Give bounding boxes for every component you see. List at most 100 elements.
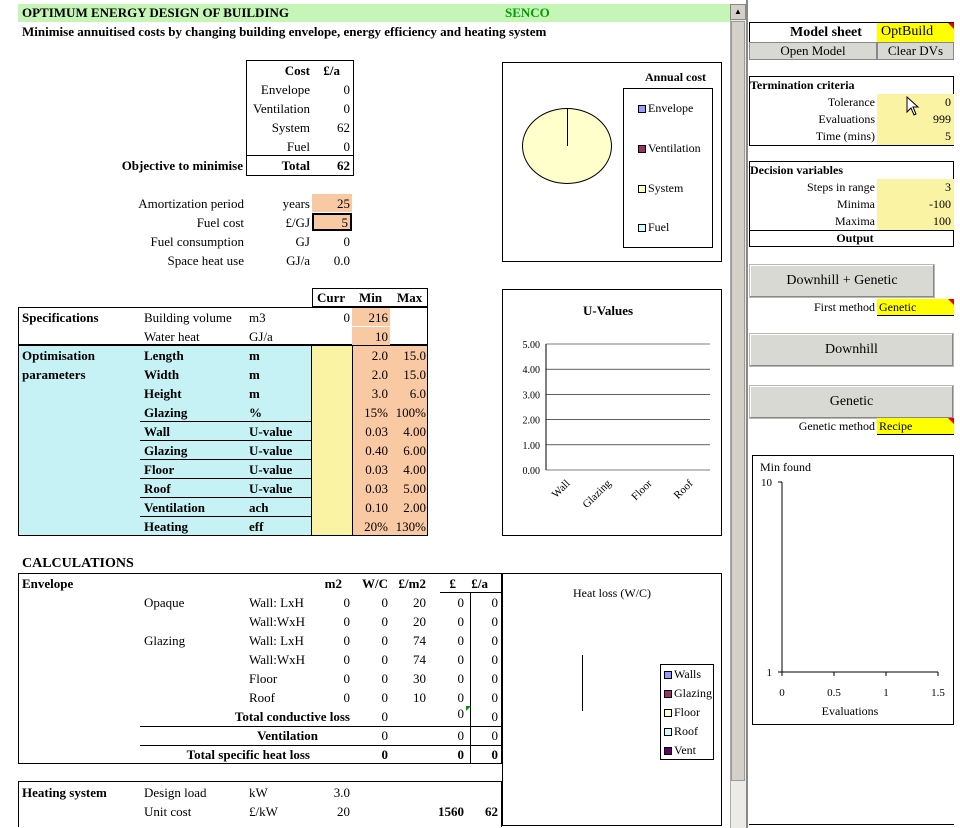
calc-pa: 0 [491, 671, 499, 686]
opt-param-unit: % [249, 405, 262, 420]
min-header: Min [359, 290, 383, 305]
param-label: Space heat use [167, 253, 244, 268]
opt-param-max[interactable]: 15.0 [390, 348, 426, 364]
total-label: Total [281, 158, 310, 173]
dv-value: 100 [933, 214, 951, 228]
opt-param-max[interactable]: 4.00 [390, 424, 426, 440]
param-unit: GJ [295, 234, 310, 249]
downhill-button[interactable]: Downhill [749, 333, 954, 367]
heat-loss-title: Heat loss (W/C) [573, 586, 651, 600]
bv-min: 216 [368, 310, 389, 325]
cost-row-label: Fuel [286, 139, 310, 154]
dl-value: 3.0 [333, 785, 350, 800]
cost-header: Cost [284, 63, 310, 78]
u-xtick-label: Wall [550, 478, 573, 501]
term-label: Time (mins) [815, 129, 875, 143]
cost-row-value: 0 [343, 82, 351, 97]
param-label: Fuel cost [196, 215, 244, 230]
param-value: 25 [337, 196, 350, 211]
legend-swatch [664, 728, 672, 737]
opt-param-min[interactable]: 0.10 [352, 500, 388, 516]
calc-m2: 0 [343, 633, 351, 648]
cost-row-label: Ventilation [252, 101, 310, 116]
downhill-genetic-button[interactable]: Downhill + Genetic [749, 264, 935, 298]
calc-wc: 0 [381, 690, 389, 705]
min-found-plot: 1010 0.5 1 1.5 [761, 477, 945, 699]
calc-p: 0 [457, 652, 465, 667]
model-sheet-value: OptBuild [881, 24, 934, 39]
opt-param-min[interactable]: 0.03 [352, 462, 388, 478]
opt-param-max[interactable]: 5.00 [390, 481, 426, 497]
genetic-method-value: Recipe [879, 419, 913, 433]
wh-min: 10 [375, 329, 388, 344]
dv-value: -100 [929, 197, 951, 211]
page-subtitle: Minimise annuitised costs by changing bu… [22, 24, 547, 39]
scroll-thumb[interactable] [731, 21, 745, 781]
opt-param-max[interactable]: 6.0 [390, 386, 426, 402]
pie-radius-line [567, 108, 568, 146]
col-pa: £/a [471, 576, 488, 591]
mouse-cursor-icon [906, 96, 920, 116]
opt-param-max[interactable]: 130% [390, 519, 426, 535]
legend-item: Fuel [638, 220, 669, 235]
opt-param-min[interactable]: 2.0 [352, 367, 388, 383]
param-value: 0.0 [333, 253, 350, 268]
legend-label: Envelope [648, 101, 694, 115]
mf-ytick-label: 1 [767, 667, 773, 679]
design-load-label: Design load [144, 785, 207, 800]
dl-unit: kW [249, 785, 268, 800]
u-xtick-label: Roof [672, 477, 696, 501]
uc-unit: £/kW [249, 804, 278, 819]
opt-param-max[interactable]: 4.00 [390, 462, 426, 478]
opt-param-unit: ach [249, 500, 269, 515]
evaluations-axis-label: Evaluations [821, 704, 879, 718]
opt-param-max[interactable]: 6.00 [390, 443, 426, 459]
opt-param-name: Glazing [144, 405, 188, 420]
legend-label: Roof [674, 724, 698, 738]
heat-loss-legend-item: Vent [664, 743, 696, 758]
calc-pm2: 20 [413, 614, 426, 629]
scroll-up-button[interactable]: ▲ [730, 4, 746, 20]
opt-param-min[interactable]: 2.0 [352, 348, 388, 364]
u-values-title: U-Values [583, 303, 634, 318]
genetic-method-label: Genetic method [798, 419, 875, 433]
cost-row-value: 0 [343, 101, 351, 116]
opt-param-name: Wall [144, 424, 171, 439]
legend-swatch [638, 185, 646, 194]
param-unit: £/GJ [285, 215, 310, 230]
opt-param-min[interactable]: 3.0 [352, 386, 388, 402]
opt-param-unit: U-value [249, 462, 293, 477]
opt-param-unit: m [249, 348, 260, 363]
opt-param-name: Height [144, 386, 182, 401]
opt-param-min[interactable]: 20% [352, 519, 388, 535]
output-label: Output [836, 231, 874, 245]
u-ytick-label: 4.00 [523, 365, 541, 376]
opt-param-max[interactable]: 100% [390, 405, 426, 421]
max-header: Max [397, 290, 423, 305]
total-value: 62 [337, 158, 350, 173]
opt-param-unit: U-value [249, 443, 293, 458]
tcl-p: 0 [457, 706, 465, 721]
opt-param-min[interactable]: 0.03 [352, 424, 388, 440]
mf-xtick-label: 0 [779, 687, 785, 699]
opt-param-min[interactable]: 0.03 [352, 481, 388, 497]
opt-param-unit: U-value [249, 424, 293, 439]
calc-pa: 0 [491, 690, 499, 705]
opt-param-min[interactable]: 0.40 [352, 443, 388, 459]
opt-param-min[interactable]: 15% [352, 405, 388, 421]
mf-xtick-label: 1 [883, 687, 889, 699]
tcl-m2: 0 [381, 709, 389, 724]
col-wc: W/C [362, 576, 388, 591]
legend-item: System [638, 181, 683, 196]
opt-param-max[interactable]: 15.0 [390, 367, 426, 383]
legend-swatch [638, 105, 646, 114]
genetic-button[interactable]: Genetic [749, 385, 954, 419]
tcl-pa: 0 [491, 709, 499, 724]
param-value: 5 [341, 215, 349, 230]
opt-param-unit: m [249, 367, 260, 382]
first-method-label: First method [813, 300, 875, 314]
heat-loss-legend-item: Floor [664, 705, 700, 720]
opt-param-max[interactable]: 2.00 [390, 500, 426, 516]
uc-total: 1560 [438, 804, 464, 819]
curr-column [312, 345, 352, 536]
